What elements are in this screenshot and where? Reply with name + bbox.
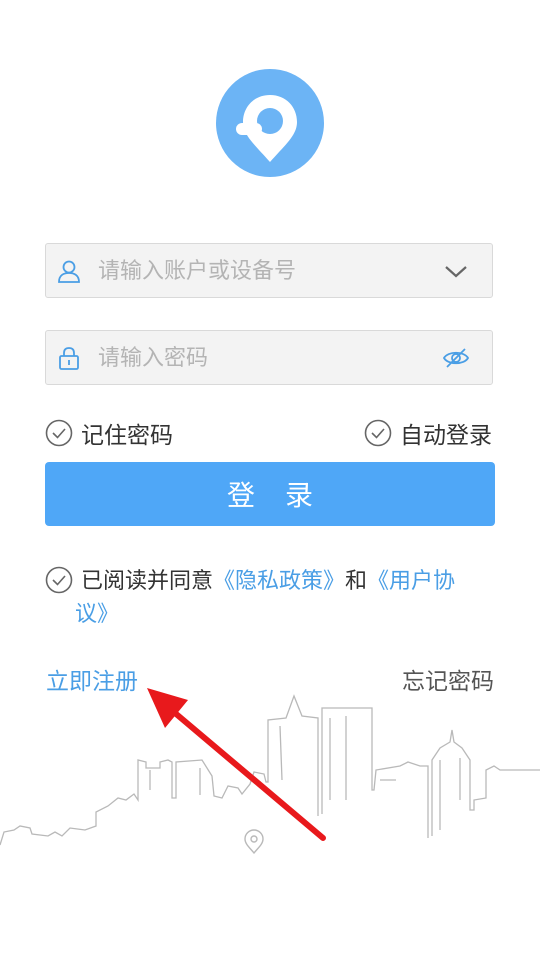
account-input[interactable] xyxy=(96,244,430,299)
auto-login-toggle[interactable]: 自动登录 xyxy=(364,416,492,450)
agreement-and: 和 xyxy=(345,569,368,594)
map-pin-icon xyxy=(244,829,264,855)
eye-icon[interactable] xyxy=(442,345,470,371)
privacy-policy-link[interactable]: 《隐私政策》 xyxy=(213,569,345,594)
check-circle-icon[interactable] xyxy=(45,419,73,447)
agreement-row: 已阅读并同意《隐私政策》和《用户协议》 xyxy=(45,565,485,631)
agreement-prefix: 已阅读并同意 xyxy=(81,569,214,594)
login-button[interactable]: 登录 xyxy=(45,462,495,526)
user-agreement-link[interactable]: 《用户协 xyxy=(367,569,455,594)
account-field[interactable] xyxy=(45,243,493,299)
remember-password-toggle[interactable]: 记住密码 xyxy=(45,416,173,450)
auto-login-label: 自动登录 xyxy=(400,423,492,449)
chevron-down-icon[interactable] xyxy=(442,258,470,284)
agreement-check-circle-icon[interactable] xyxy=(45,566,73,594)
app-logo-icon xyxy=(216,69,324,177)
remember-password-label: 记住密码 xyxy=(81,423,173,449)
city-skyline-illustration xyxy=(0,694,540,855)
password-field[interactable] xyxy=(45,330,493,386)
check-circle-icon[interactable] xyxy=(364,419,392,447)
lock-icon xyxy=(59,347,79,370)
user-agreement-link-cont[interactable]: 议》 xyxy=(75,598,485,631)
user-icon xyxy=(58,260,80,283)
password-input[interactable] xyxy=(96,331,430,386)
